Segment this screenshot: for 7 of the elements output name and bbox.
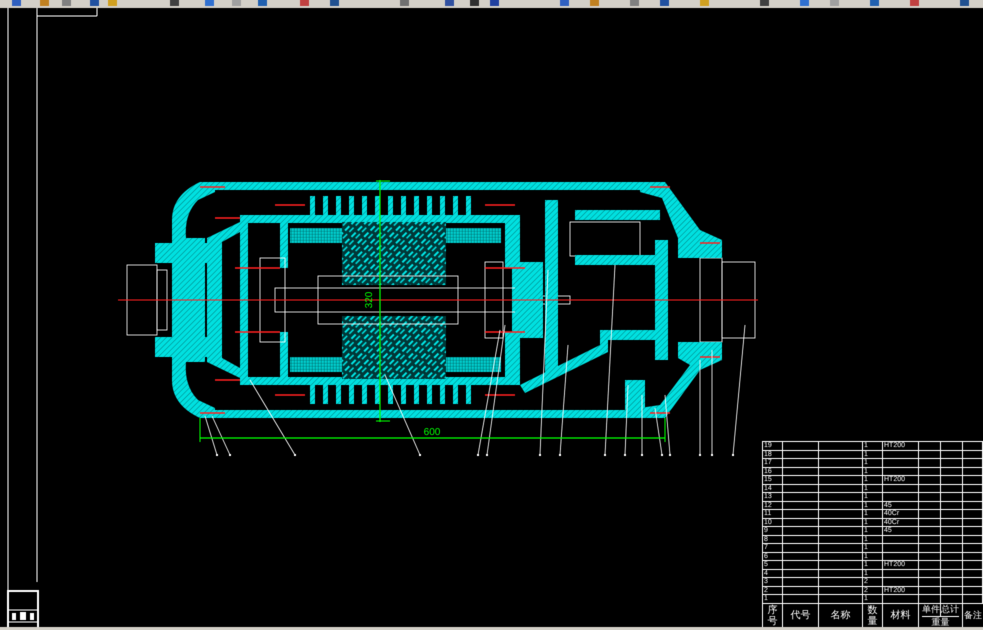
dimension-text: 320 [364, 292, 375, 308]
column-header: 总计 [941, 604, 959, 616]
column-header: 重量 [932, 616, 950, 627]
column-header: 备注 [963, 609, 983, 622]
layout-tabs-icon[interactable] [7, 590, 39, 627]
dimension-text: 600 [424, 427, 440, 438]
column-header: 单件 [922, 604, 941, 616]
